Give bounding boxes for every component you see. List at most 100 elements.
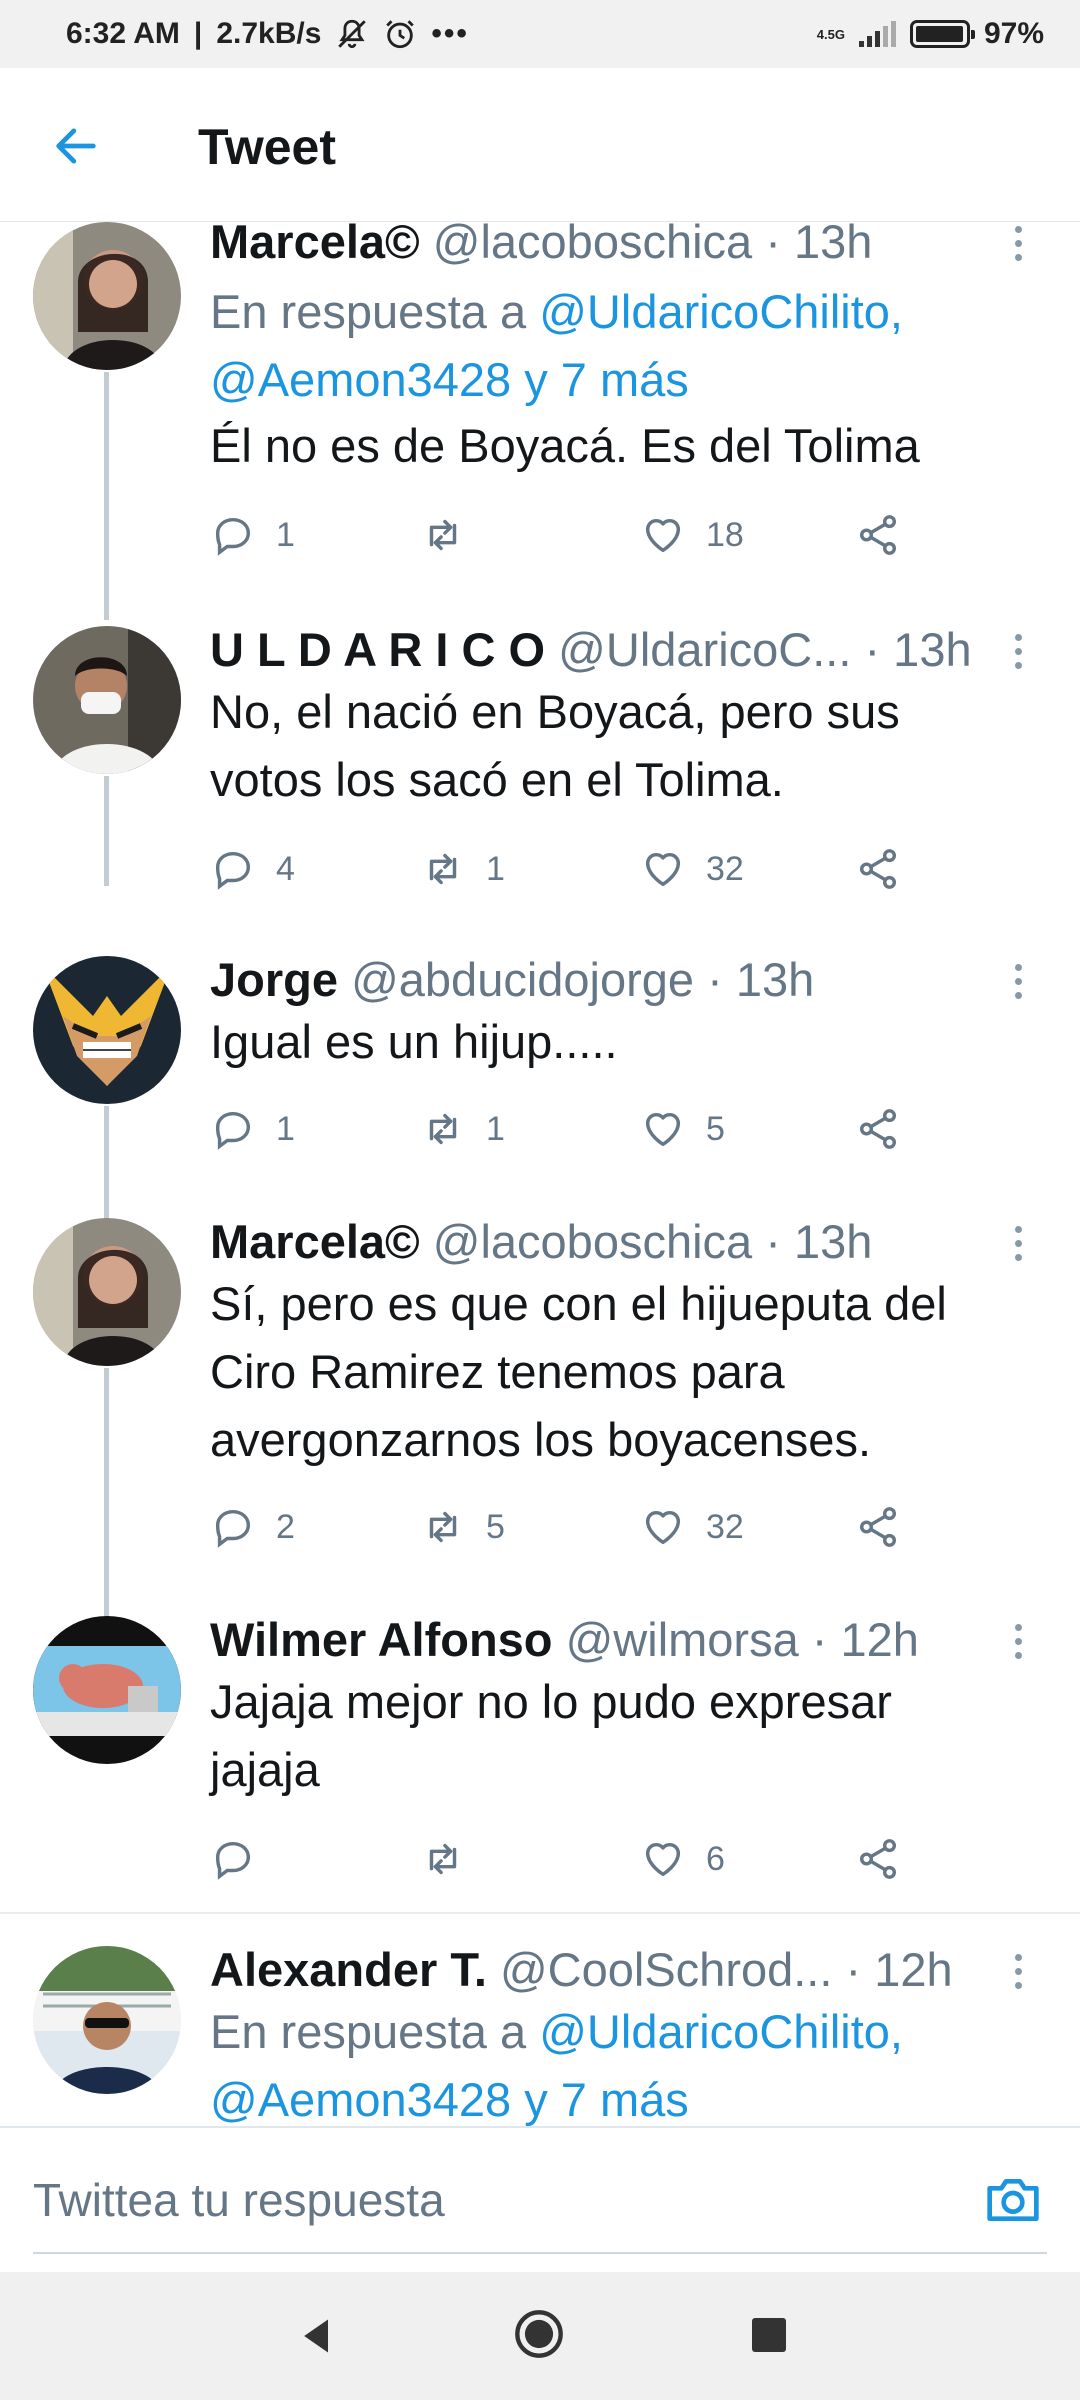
like-action[interactable]: 32	[640, 1504, 744, 1550]
tweet-time: · 13h	[765, 1215, 873, 1268]
reply-action[interactable]: 1	[210, 1106, 295, 1152]
network-type: 4.5G	[816, 26, 845, 42]
like-action[interactable]: 18	[640, 512, 744, 558]
status-separator: |	[193, 17, 203, 50]
share-icon	[859, 849, 897, 889]
heart-icon	[645, 1112, 681, 1147]
share-icon	[859, 1109, 897, 1149]
share-action[interactable]	[855, 1106, 901, 1152]
reply-action[interactable]: 4	[210, 846, 295, 892]
tweet-header: Jorge @abducidojorge · 13h	[210, 952, 814, 1007]
mute-icon	[338, 19, 367, 49]
share-action[interactable]	[855, 1504, 901, 1550]
share-icon	[859, 515, 897, 555]
more-dots-icon: •••	[431, 17, 469, 50]
avatar[interactable]	[33, 222, 181, 370]
author-handle[interactable]: @lacoboschica	[433, 1215, 752, 1268]
thread-connector	[104, 776, 109, 886]
like-action[interactable]: 6	[640, 1836, 725, 1882]
mention-link[interactable]: @Aemon3428 y 7 más	[210, 353, 689, 406]
tweet-header: Alexander T. @CoolSchrod... · 12h	[210, 1942, 953, 1997]
more-options-icon[interactable]	[1012, 1226, 1024, 1261]
avatar[interactable]	[33, 1616, 181, 1764]
tweet-thread[interactable]: Marcela© @lacoboschica · 13h En respuest…	[0, 222, 1080, 2126]
battery-icon	[909, 20, 975, 48]
share-action[interactable]	[855, 512, 901, 558]
tweet-text-line: avergonzarnos los boyacenses.	[210, 1413, 872, 1466]
reply-count: 2	[276, 1507, 295, 1546]
like-action[interactable]: 5	[640, 1106, 725, 1152]
retweet-count: 5	[486, 1507, 505, 1546]
tweet-header: Wilmer Alfonso @wilmorsa · 12h	[210, 1612, 919, 1667]
nav-back-icon[interactable]	[295, 2314, 339, 2358]
more-options-icon[interactable]	[1012, 1624, 1024, 1659]
nav-recent-icon[interactable]	[752, 2318, 786, 2352]
signal-icon	[858, 21, 896, 47]
more-options-icon[interactable]	[1012, 634, 1024, 669]
author-name[interactable]: Jorge	[210, 953, 338, 1006]
tweet-text: Igual es un hijup.....	[210, 1015, 618, 1068]
nav-home-icon[interactable]	[513, 2308, 565, 2360]
reply-count: 4	[276, 849, 295, 888]
tweet-text: Él no es de Boyacá. Es del Tolima	[210, 419, 920, 472]
reply-action[interactable]: 2	[210, 1504, 295, 1550]
like-action[interactable]: 32	[640, 846, 744, 892]
reply-action[interactable]	[210, 1836, 276, 1882]
author-name[interactable]: Wilmer Alfonso	[210, 1613, 553, 1666]
avatar[interactable]	[33, 956, 181, 1104]
retweet-action[interactable]: 1	[420, 846, 505, 892]
retweet-icon	[429, 1511, 457, 1543]
camera-icon[interactable]	[982, 2172, 1044, 2228]
share-icon	[859, 1507, 897, 1547]
back-arrow-icon[interactable]	[50, 120, 102, 172]
thread-connector	[104, 372, 109, 620]
reply-icon	[215, 517, 251, 556]
retweet-action[interactable]: 5	[420, 1504, 505, 1550]
tweet-time: · 13h	[864, 623, 972, 676]
heart-icon	[645, 518, 681, 553]
reply-action[interactable]: 1	[210, 512, 295, 558]
author-name[interactable]: U L D A R I C O	[210, 623, 545, 676]
retweet-action[interactable]	[420, 1836, 486, 1882]
like-count: 6	[706, 1839, 725, 1878]
more-options-icon[interactable]	[1012, 1954, 1024, 1989]
tweet-actions: 2 5 32	[210, 1504, 910, 1554]
author-name[interactable]: Marcela©	[210, 1215, 420, 1268]
author-handle[interactable]: @wilmorsa	[566, 1613, 799, 1666]
status-left: 6:32 AM | 2.7kB/s •••	[66, 17, 469, 51]
battery-fill	[915, 26, 963, 42]
avatar[interactable]	[33, 626, 181, 774]
mention-link[interactable]: @UldaricoChilito,	[539, 285, 903, 338]
author-handle[interactable]: @CoolSchrod...	[500, 1943, 832, 1996]
avatar[interactable]	[33, 1218, 181, 1366]
tweet-time: · 13h	[765, 222, 873, 268]
tweet-header: Marcela© @lacoboschica · 13h	[210, 222, 872, 269]
system-nav-bar	[0, 2272, 1080, 2400]
retweet-action[interactable]: 1	[420, 1106, 505, 1152]
retweet-icon	[429, 519, 457, 551]
author-handle[interactable]: @lacoboschica	[433, 222, 752, 268]
status-time: 6:32 AM	[66, 17, 180, 50]
tweet-actions: 1 1 5	[210, 1106, 910, 1156]
avatar[interactable]	[33, 1946, 181, 2094]
more-options-icon[interactable]	[1012, 964, 1024, 999]
author-handle[interactable]: @abducidojorge	[351, 953, 694, 1006]
thread-connector	[104, 1106, 109, 1221]
retweet-action[interactable]	[420, 512, 486, 558]
author-handle[interactable]: @UldaricoC...	[558, 623, 851, 676]
reply-input[interactable]	[33, 2170, 933, 2230]
more-options-icon[interactable]	[1012, 226, 1024, 261]
tweet-text: Sí, pero es que con el hijueputa del Cir…	[210, 1270, 1040, 1474]
section-divider	[0, 1912, 1080, 1914]
author-name[interactable]: Alexander T.	[210, 1943, 487, 1996]
mention-link[interactable]: @Aemon3428 y 7 más	[210, 2073, 689, 2126]
share-action[interactable]	[855, 1836, 901, 1882]
reply-composer	[0, 2126, 1080, 2272]
author-name[interactable]: Marcela©	[210, 222, 420, 268]
status-right: 4.5G 97%	[817, 17, 1044, 51]
mention-link[interactable]: @UldaricoChilito,	[539, 2005, 903, 2058]
tweet-actions: 4 1 32	[210, 846, 910, 896]
share-action[interactable]	[855, 846, 901, 892]
like-count: 32	[706, 849, 744, 888]
reply-prefix: En respuesta a	[210, 2005, 540, 2058]
